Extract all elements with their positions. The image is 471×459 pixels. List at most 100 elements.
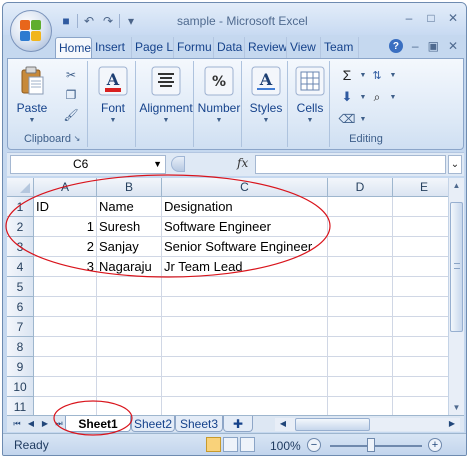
horizontal-scrollbar[interactable]: ◀ ▶: [275, 418, 460, 431]
cell-e5[interactable]: [393, 277, 448, 297]
tab-formulas[interactable]: Formu: [174, 37, 214, 58]
vertical-scrollbar[interactable]: ▲ ▼: [448, 178, 464, 415]
cell-d11[interactable]: [328, 397, 393, 415]
zoom-slider-thumb[interactable]: [367, 438, 375, 452]
row-header-9[interactable]: 9: [7, 357, 34, 377]
format-painter-icon[interactable]: 🖌: [62, 107, 80, 123]
cell-b9[interactable]: [97, 357, 162, 377]
name-box[interactable]: C6 ▼: [10, 155, 166, 174]
cell-a2[interactable]: 1: [34, 217, 97, 237]
column-header-c[interactable]: C: [162, 178, 328, 197]
cell-d5[interactable]: [328, 277, 393, 297]
cell-d1[interactable]: [328, 197, 393, 217]
row-header-10[interactable]: 10: [7, 377, 34, 397]
row-header-7[interactable]: 7: [7, 317, 34, 337]
cell-e6[interactable]: [393, 297, 448, 317]
column-header-d[interactable]: D: [328, 178, 393, 197]
save-icon[interactable]: ■: [58, 13, 74, 29]
sheet-tab-sheet1[interactable]: Sheet1: [65, 416, 131, 432]
help-icon[interactable]: ?: [388, 39, 403, 53]
next-sheet-icon[interactable]: ▶: [39, 418, 51, 430]
worksheet-grid[interactable]: A B C D E 1 ID Name Designation 2 1 Suresh Software …: [7, 178, 448, 415]
number-button[interactable]: % Number ▼: [196, 65, 242, 124]
alignment-button[interactable]: Alignment ▼: [138, 65, 194, 124]
scroll-left-icon[interactable]: ◀: [277, 418, 289, 430]
cell-e8[interactable]: [393, 337, 448, 357]
sheet-tab-sheet3[interactable]: Sheet3: [175, 416, 223, 432]
cell-e3[interactable]: [393, 237, 448, 257]
cell-c3[interactable]: Senior Software Engineer: [162, 237, 328, 257]
cell-a7[interactable]: [34, 317, 97, 337]
formula-input[interactable]: [255, 155, 446, 174]
cell-e11[interactable]: [393, 397, 448, 415]
row-header-8[interactable]: 8: [7, 337, 34, 357]
insert-sheet-icon[interactable]: ✚: [223, 416, 253, 432]
zoom-in-button[interactable]: +: [428, 438, 442, 452]
undo-icon[interactable]: ↶: [81, 13, 97, 29]
cell-e9[interactable]: [393, 357, 448, 377]
find-select-dropdown-icon[interactable]: ▼: [384, 89, 402, 105]
sort-filter-dropdown-icon[interactable]: ▼: [384, 67, 402, 83]
cell-e2[interactable]: [393, 217, 448, 237]
column-header-b[interactable]: B: [97, 178, 162, 197]
cell-a1[interactable]: ID: [34, 197, 97, 217]
cell-d9[interactable]: [328, 357, 393, 377]
paste-button[interactable]: Paste ▼: [14, 65, 50, 124]
cell-c6[interactable]: [162, 297, 328, 317]
styles-button[interactable]: A Styles ▼: [244, 65, 288, 124]
clear-dropdown-icon[interactable]: ▼: [354, 111, 372, 127]
cell-b4[interactable]: Nagaraju: [97, 257, 162, 277]
cut-icon[interactable]: ✂: [62, 67, 80, 83]
row-header-1[interactable]: 1: [7, 197, 34, 217]
cell-a8[interactable]: [34, 337, 97, 357]
last-sheet-icon[interactable]: ⏭: [53, 418, 65, 430]
cell-a5[interactable]: [34, 277, 97, 297]
clipboard-launcher-icon[interactable]: ↘: [72, 133, 82, 143]
name-box-dropdown-icon[interactable]: ▼: [153, 156, 162, 173]
cell-a6[interactable]: [34, 297, 97, 317]
cell-b3[interactable]: Sanjay: [97, 237, 162, 257]
insert-function-icon[interactable]: fx: [237, 156, 248, 170]
page-layout-view-icon[interactable]: [223, 437, 238, 452]
cell-c7[interactable]: [162, 317, 328, 337]
cell-c1[interactable]: Designation: [162, 197, 328, 217]
cell-d2[interactable]: [328, 217, 393, 237]
tab-insert[interactable]: Insert: [92, 37, 132, 58]
cell-b6[interactable]: [97, 297, 162, 317]
row-header-6[interactable]: 6: [7, 297, 34, 317]
zoom-level[interactable]: 100%: [270, 439, 301, 453]
column-header-a[interactable]: A: [34, 178, 97, 197]
cell-b10[interactable]: [97, 377, 162, 397]
row-header-3[interactable]: 3: [7, 237, 34, 257]
tab-view[interactable]: View: [287, 37, 321, 58]
cell-b1[interactable]: Name: [97, 197, 162, 217]
cell-d10[interactable]: [328, 377, 393, 397]
cell-c2[interactable]: Software Engineer: [162, 217, 328, 237]
maximize-button[interactable]: □: [424, 11, 438, 25]
zoom-out-button[interactable]: −: [307, 438, 321, 452]
column-header-e[interactable]: E: [393, 178, 448, 197]
cells-button[interactable]: Cells ▼: [290, 65, 330, 124]
zoom-slider-track[interactable]: [330, 445, 422, 447]
scroll-right-icon[interactable]: ▶: [446, 418, 458, 430]
cell-c5[interactable]: [162, 277, 328, 297]
cell-a4[interactable]: 3: [34, 257, 97, 277]
copy-icon[interactable]: ❐: [62, 87, 80, 103]
paste-dropdown-icon[interactable]: ▼: [14, 117, 50, 124]
cell-a3[interactable]: 2: [34, 237, 97, 257]
cell-c4[interactable]: Jr Team Lead: [162, 257, 328, 277]
cell-c10[interactable]: [162, 377, 328, 397]
cell-c9[interactable]: [162, 357, 328, 377]
row-header-5[interactable]: 5: [7, 277, 34, 297]
formula-bar-resize-handle[interactable]: [171, 156, 185, 172]
cell-c8[interactable]: [162, 337, 328, 357]
row-header-2[interactable]: 2: [7, 217, 34, 237]
cell-b2[interactable]: Suresh: [97, 217, 162, 237]
cell-d6[interactable]: [328, 297, 393, 317]
cell-b11[interactable]: [97, 397, 162, 415]
workbook-close-button[interactable]: ✕: [448, 39, 458, 53]
expand-formula-bar-icon[interactable]: ⌄: [448, 155, 462, 174]
tab-data[interactable]: Data: [214, 37, 245, 58]
cell-b8[interactable]: [97, 337, 162, 357]
vertical-scroll-thumb[interactable]: [450, 202, 463, 332]
